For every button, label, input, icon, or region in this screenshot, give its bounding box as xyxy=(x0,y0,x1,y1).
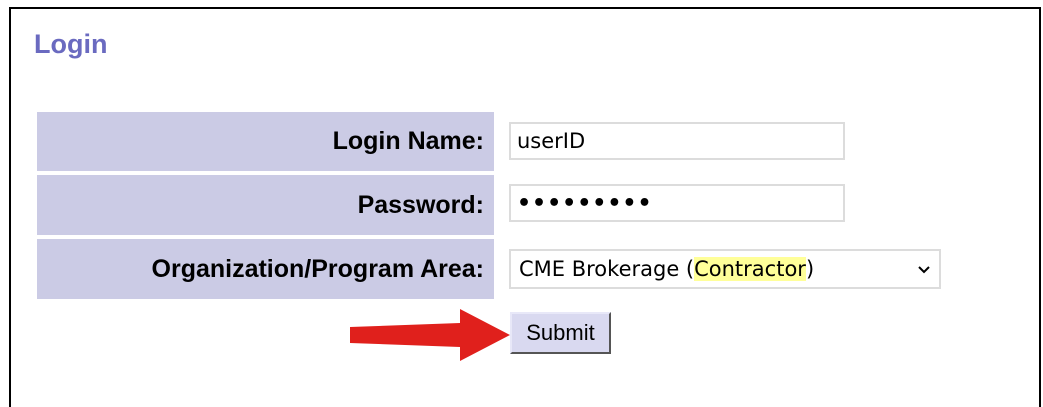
login-name-label: Login Name: xyxy=(37,112,494,171)
password-input[interactable] xyxy=(509,184,845,222)
select-value-suffix: ) xyxy=(805,257,815,281)
submit-button[interactable]: Submit xyxy=(510,312,611,354)
select-value-highlight: Contractor xyxy=(694,257,806,281)
login-name-input[interactable] xyxy=(509,122,845,160)
select-value-prefix: CME Brokerage ( xyxy=(519,257,695,281)
org-program-area-select[interactable]: CME Brokerage (Contractor) xyxy=(509,249,941,289)
org-program-area-label: Organization/Program Area: xyxy=(37,239,494,299)
chevron-down-icon xyxy=(917,251,931,287)
password-label: Password: xyxy=(37,175,494,235)
red-arrow-icon xyxy=(350,309,510,361)
page-title: Login xyxy=(34,29,108,59)
